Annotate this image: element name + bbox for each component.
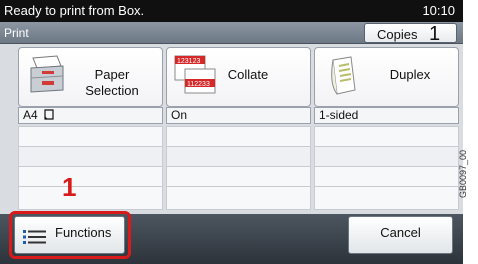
empty-slot xyxy=(167,147,310,167)
copies-label: Copies xyxy=(377,27,418,42)
cancel-button[interactable]: Cancel xyxy=(348,216,453,254)
empty-slot xyxy=(315,167,458,187)
callout-highlight-box xyxy=(9,211,131,259)
duplex-button[interactable]: Duplex xyxy=(314,47,459,107)
paper-selection-button[interactable]: Paper Selection xyxy=(18,47,163,107)
portrait-orientation-icon xyxy=(44,109,54,120)
empty-slot xyxy=(315,127,458,147)
duplex-label: Duplex xyxy=(389,67,431,82)
duplex-value: 1-sided xyxy=(314,107,459,124)
empty-slot xyxy=(19,167,162,187)
collate-icon: 123123 112233 xyxy=(174,55,216,94)
status-time: 10:10 xyxy=(422,3,455,18)
screen-title: Print xyxy=(4,26,29,40)
copies-value: 1 xyxy=(429,23,441,45)
empty-slot xyxy=(19,147,162,167)
collate-value: On xyxy=(166,107,311,124)
empty-slot-column xyxy=(314,126,459,210)
title-bar: Print Copies 1 xyxy=(0,22,463,45)
status-message: Ready to print from Box. xyxy=(4,3,145,18)
empty-slot-column xyxy=(166,126,311,210)
paper-selection-label-2: Selection xyxy=(85,83,139,98)
status-bar: Ready to print from Box. 10:10 xyxy=(0,0,463,22)
figure-reference-code: GB0097_00 xyxy=(458,149,468,198)
duplex-icon xyxy=(331,56,356,95)
paper-selection-label-1: Paper xyxy=(94,67,130,82)
paper-size-text: A4 xyxy=(23,108,38,122)
empty-slot xyxy=(19,127,162,147)
callout-step-number: 1 xyxy=(62,172,77,202)
paper-selection-value: A4 xyxy=(18,107,163,124)
collate-sheet-text-1: 123123 xyxy=(177,58,200,65)
empty-slot xyxy=(315,147,458,167)
empty-slot xyxy=(167,167,310,187)
collate-label: Collate xyxy=(227,67,269,82)
cancel-label: Cancel xyxy=(380,225,421,240)
empty-slot-column xyxy=(18,126,163,210)
paper-tray-icon xyxy=(30,55,64,93)
collate-sheet-text-2: 112233 xyxy=(187,81,210,88)
copies-display[interactable]: Copies 1 xyxy=(364,23,457,45)
collate-button[interactable]: 123123 112233 Collate xyxy=(166,47,311,107)
empty-slot xyxy=(167,127,310,147)
